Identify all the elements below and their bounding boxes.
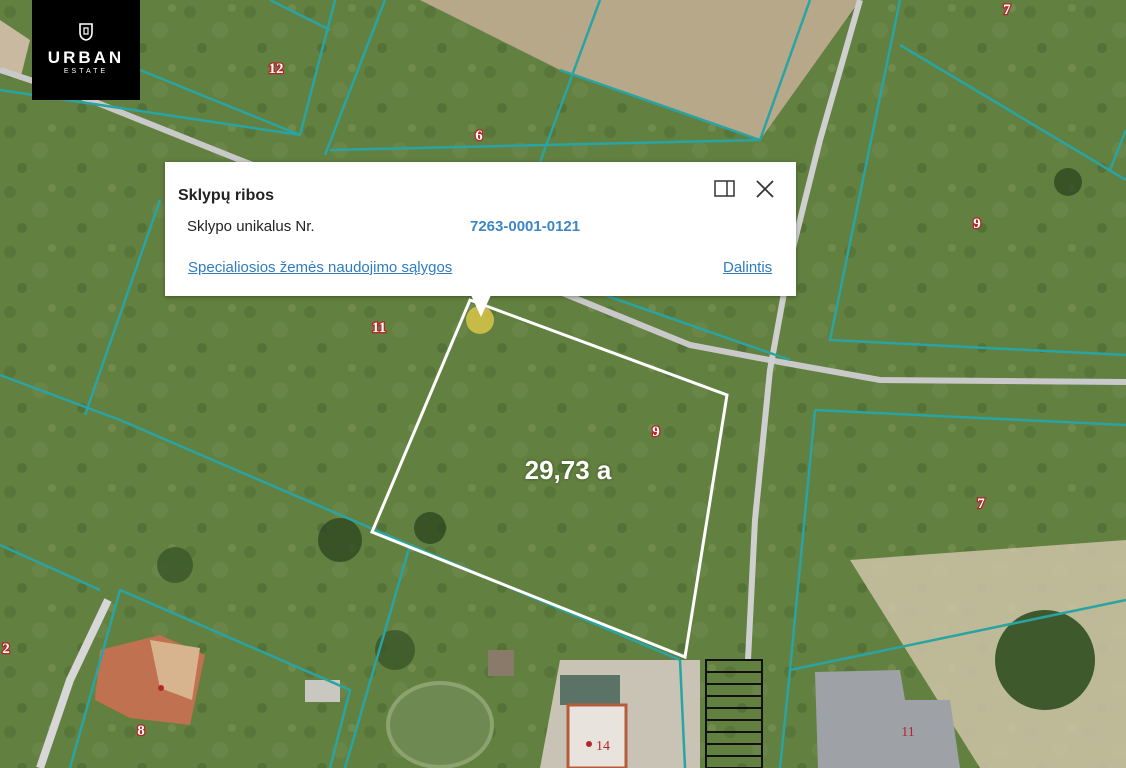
parcel-number: 9 bbox=[973, 216, 981, 232]
address-point bbox=[158, 685, 164, 691]
parcel-number: 6 bbox=[475, 128, 483, 144]
expand-panel-icon[interactable] bbox=[713, 178, 737, 200]
parcel-number: 7 bbox=[1003, 2, 1011, 18]
share-link[interactable]: Dalintis bbox=[723, 259, 772, 276]
building bbox=[488, 650, 514, 676]
popup-pointer bbox=[471, 295, 491, 317]
address-point bbox=[586, 741, 592, 747]
parcel-number: 8 bbox=[137, 723, 145, 739]
tree bbox=[414, 512, 446, 544]
logo-text: URBAN bbox=[47, 48, 125, 67]
logo-icon bbox=[79, 23, 93, 41]
parcel-id-value: 7263-0001-0121 bbox=[470, 218, 581, 235]
building bbox=[566, 703, 628, 768]
tree bbox=[318, 518, 362, 562]
parcel-number: 2 bbox=[2, 641, 10, 657]
tree bbox=[157, 547, 193, 583]
special-conditions-link[interactable]: Specialiosios žemės naudojimo sąlygos bbox=[188, 259, 452, 276]
popup-title: Sklypų ribos bbox=[178, 187, 275, 204]
house-number: 14 bbox=[596, 739, 610, 754]
pond bbox=[386, 681, 494, 768]
tree bbox=[375, 630, 415, 670]
parcel-number: 7 bbox=[977, 496, 985, 512]
parcel-area-label: 29,73 a bbox=[524, 455, 612, 485]
logo-subtext: ESTATE bbox=[63, 68, 109, 75]
parcel-id-label: Sklypo unikalus Nr. bbox=[187, 218, 315, 235]
parcel-number: 11 bbox=[372, 320, 386, 336]
map-canvas[interactable]: 7 12 6 9 11 9 7 2 8 14 11 bbox=[0, 0, 1126, 768]
house-number: 11 bbox=[901, 725, 914, 740]
parcel-info-popup: Sklypų ribos Sklypo unikalus Nr. 7263-00… bbox=[165, 162, 796, 296]
brand-logo: URBAN ESTATE bbox=[32, 0, 140, 100]
parcel-number: 12 bbox=[269, 61, 284, 77]
building bbox=[560, 675, 620, 705]
tree bbox=[1054, 168, 1082, 196]
parcel-number: 9 bbox=[652, 424, 660, 440]
close-icon[interactable] bbox=[754, 178, 776, 200]
